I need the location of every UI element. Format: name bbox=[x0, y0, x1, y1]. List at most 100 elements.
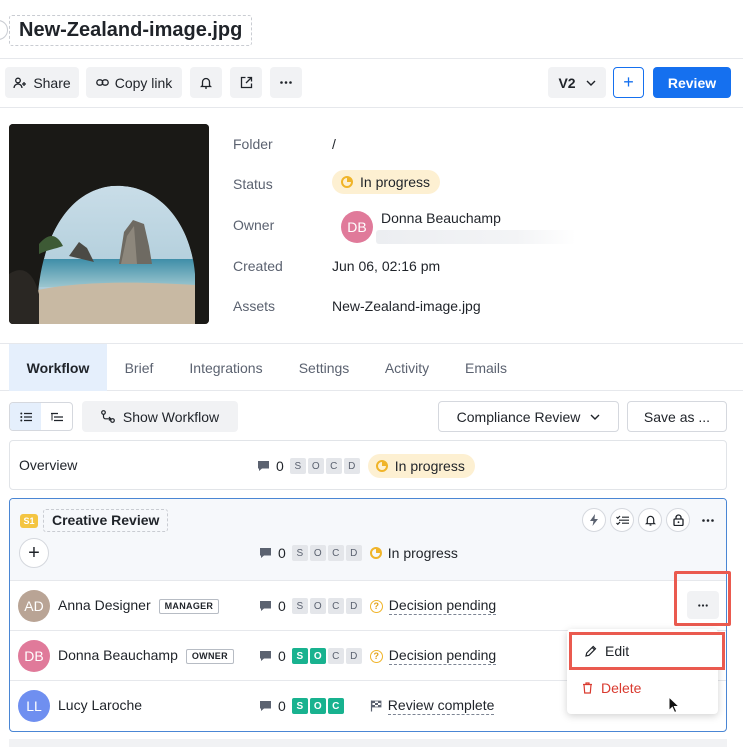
version-dropdown[interactable]: V2 bbox=[548, 67, 606, 98]
decision-status[interactable]: Decision pending bbox=[388, 597, 497, 615]
stage-header: S1 Creative Review + 0 S O C D In progre… bbox=[10, 499, 726, 581]
share-user-icon bbox=[13, 77, 27, 88]
tab-settings[interactable]: Settings bbox=[284, 344, 364, 391]
overview-indicators: 0 S O C D In progress bbox=[257, 454, 475, 478]
tab-integrations[interactable]: Integrations bbox=[175, 344, 277, 391]
pill-s: S bbox=[291, 598, 308, 614]
list-view-button[interactable] bbox=[10, 403, 41, 430]
decision-status[interactable]: Decision pending bbox=[388, 647, 497, 665]
pill-c: C bbox=[327, 648, 344, 664]
workflow-template-dropdown[interactable]: Compliance Review bbox=[438, 401, 619, 432]
chevron-down-icon bbox=[590, 414, 600, 420]
trash-icon bbox=[583, 682, 592, 694]
in-progress-icon bbox=[375, 460, 388, 472]
show-workflow-label: Show Workflow bbox=[122, 408, 220, 425]
edit-label: Edit bbox=[605, 643, 630, 659]
copy-link-button[interactable]: Copy link bbox=[86, 67, 182, 98]
tree-list-icon bbox=[50, 412, 63, 421]
overview-status: In progress bbox=[394, 458, 465, 474]
stage-pills: S O C bbox=[291, 698, 344, 714]
comment-icon[interactable] bbox=[259, 700, 272, 712]
pill-o: O bbox=[309, 648, 326, 664]
pill-s: S bbox=[289, 458, 306, 474]
assets-label: Assets bbox=[233, 298, 276, 314]
member-indicators: 0 S O C D ? Decision pending bbox=[259, 597, 497, 615]
stage-status: In progress bbox=[387, 545, 458, 561]
checklist-icon bbox=[615, 515, 629, 525]
pill-d: D bbox=[343, 458, 360, 474]
created-value: Jun 06, 02:16 pm bbox=[332, 258, 441, 274]
pill-d: D bbox=[345, 598, 362, 614]
tree-view-button[interactable] bbox=[41, 403, 72, 430]
review-status[interactable]: Review complete bbox=[387, 697, 495, 715]
show-workflow-button[interactable]: Show Workflow bbox=[82, 401, 238, 432]
pill-o: O bbox=[309, 698, 326, 714]
tab-brief[interactable]: Brief bbox=[110, 344, 168, 391]
menu-item-edit[interactable]: Edit bbox=[569, 632, 725, 670]
comment-icon[interactable] bbox=[257, 460, 270, 472]
more-options-button[interactable] bbox=[270, 67, 302, 98]
save-as-button[interactable]: Save as ... bbox=[627, 401, 727, 432]
overview-row[interactable]: Overview 0 S O C D In progress bbox=[9, 440, 727, 490]
overview-label: Overview bbox=[19, 457, 78, 473]
comment-count: 0 bbox=[278, 698, 286, 714]
export-icon bbox=[240, 76, 252, 89]
owner-label: Owner bbox=[233, 217, 275, 233]
share-button[interactable]: Share bbox=[5, 67, 79, 98]
tab-bar: Workflow Brief Integrations Settings Act… bbox=[0, 343, 743, 391]
member-row[interactable]: AD Anna Designer MANAGER 0 S O C D ? Deci… bbox=[10, 581, 726, 631]
stage-notifications-button[interactable] bbox=[638, 508, 662, 532]
tab-workflow[interactable]: Workflow bbox=[9, 344, 107, 391]
add-member-button[interactable]: + bbox=[19, 538, 49, 568]
comment-icon[interactable] bbox=[259, 547, 272, 559]
file-title[interactable]: New-Zealand-image.jpg bbox=[9, 15, 253, 46]
asset-thumbnail[interactable] bbox=[9, 124, 209, 324]
status-label: Status bbox=[233, 176, 273, 192]
pill-s: S bbox=[291, 545, 308, 561]
owner-name: Donna Beauchamp bbox=[381, 210, 501, 226]
more-horizontal-icon bbox=[280, 81, 292, 84]
in-progress-icon bbox=[341, 176, 353, 188]
bell-icon bbox=[200, 77, 212, 89]
folder-label: Folder bbox=[233, 136, 273, 152]
question-circle-icon: ? bbox=[369, 599, 383, 613]
role-badge: MANAGER bbox=[158, 599, 220, 614]
checklist-button[interactable] bbox=[610, 508, 634, 532]
back-button[interactable] bbox=[0, 20, 8, 40]
comment-count: 0 bbox=[278, 545, 286, 561]
lock-button[interactable] bbox=[666, 508, 690, 532]
link-icon bbox=[95, 79, 109, 86]
tab-emails[interactable]: Emails bbox=[450, 344, 522, 391]
pill-c: C bbox=[327, 545, 344, 561]
mouse-cursor-icon bbox=[668, 696, 680, 714]
automation-button[interactable] bbox=[582, 508, 606, 532]
comment-icon[interactable] bbox=[259, 650, 272, 662]
row-more-button[interactable] bbox=[687, 591, 719, 619]
header: New-Zealand-image.jpg bbox=[0, 0, 743, 59]
created-label: Created bbox=[233, 258, 283, 274]
comment-count: 0 bbox=[276, 458, 284, 474]
member-name: Lucy Laroche bbox=[58, 697, 143, 713]
role-badge: OWNER bbox=[185, 649, 234, 664]
notifications-button[interactable] bbox=[190, 67, 222, 98]
stage-pills: S O C D bbox=[291, 545, 362, 561]
checkered-flag-icon bbox=[370, 700, 382, 712]
stage-title[interactable]: Creative Review bbox=[43, 509, 169, 532]
question-circle-icon: ? bbox=[369, 649, 383, 663]
tab-activity[interactable]: Activity bbox=[371, 344, 443, 391]
comment-icon[interactable] bbox=[259, 600, 272, 612]
lock-icon bbox=[672, 514, 684, 526]
pill-d: D bbox=[345, 648, 362, 664]
review-button[interactable]: Review bbox=[653, 67, 731, 98]
menu-item-delete[interactable]: Delete bbox=[582, 680, 641, 696]
workflow-icon bbox=[100, 410, 115, 423]
export-button[interactable] bbox=[230, 67, 262, 98]
row-context-menu: Edit Delete bbox=[567, 629, 725, 714]
stage-more-button[interactable] bbox=[696, 509, 720, 531]
avatar: DB bbox=[18, 640, 50, 672]
assets-value[interactable]: New-Zealand-image.jpg bbox=[332, 298, 481, 314]
workflow-template-label: Compliance Review bbox=[456, 408, 581, 425]
add-button[interactable]: + bbox=[613, 67, 644, 98]
folder-value[interactable]: / bbox=[332, 136, 336, 152]
more-horizontal-icon bbox=[702, 518, 714, 522]
